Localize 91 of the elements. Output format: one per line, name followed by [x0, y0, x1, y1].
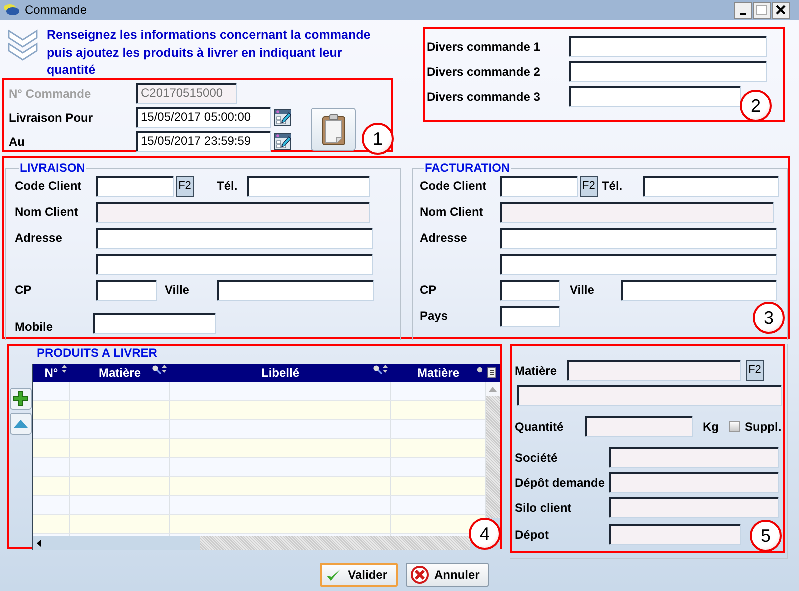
field-label: Quantité — [515, 420, 565, 434]
field-label: Livraison Pour — [9, 110, 94, 124]
window-title: Commande — [25, 3, 88, 17]
field-label: Adresse — [15, 231, 64, 245]
chevron-icon — [7, 27, 39, 63]
input-field[interactable] — [247, 176, 370, 196]
field-label: Divers commande 2 — [427, 64, 542, 78]
input-field[interactable] — [217, 280, 374, 300]
input-field[interactable] — [620, 280, 777, 300]
vertical-scrollbar[interactable] — [486, 382, 500, 518]
input-field[interactable] — [93, 313, 216, 334]
move-up-button[interactable] — [10, 413, 32, 435]
field-label: CP — [15, 283, 33, 297]
input-field[interactable] — [96, 254, 373, 274]
field-label: Adresse — [420, 231, 468, 245]
pin-icon — [477, 367, 483, 373]
column-header[interactable]: Matière — [391, 364, 486, 382]
close-icon — [776, 5, 786, 15]
input-field[interactable] — [569, 36, 767, 57]
input-field[interactable] — [96, 280, 157, 300]
input-field[interactable]: 15/05/2017 05:00:00 — [136, 107, 271, 128]
instruction-text: Renseignez les informations concernant la commande puis ajoutez les produits à livrer en indiquant leur quantité — [47, 27, 372, 79]
field-label: Code Client — [420, 179, 488, 193]
section-title: PRODUITS A LIVRER — [37, 346, 158, 360]
input-field[interactable] — [500, 306, 560, 326]
input-field[interactable] — [96, 176, 174, 196]
lookup-button[interactable]: F2 — [176, 176, 194, 196]
field-label: Ville — [570, 283, 596, 297]
field-label: Nom Client — [15, 205, 80, 219]
search-icon — [152, 365, 162, 375]
sort-icon — [62, 365, 67, 373]
input-field[interactable] — [642, 176, 779, 196]
app-icon — [4, 4, 20, 16]
lookup-button[interactable]: F2 — [580, 176, 598, 196]
field-label: Kg — [703, 420, 719, 434]
field-label: Divers commande 3 — [427, 90, 542, 104]
input-field[interactable] — [569, 86, 741, 107]
scroll-up-icon — [489, 386, 497, 392]
input-field[interactable]: 15/05/2017 23:59:59 — [136, 131, 271, 152]
clipboard-icon — [322, 114, 346, 146]
cancel-icon — [410, 566, 428, 584]
field-label: Dépôt demande — [515, 476, 606, 490]
minimize-icon — [740, 12, 746, 14]
callout-badge: 3 — [753, 302, 785, 334]
input-field[interactable] — [500, 280, 560, 300]
field-label: N° Commande — [9, 86, 92, 100]
section-title: LIVRAISON — [19, 161, 86, 175]
callout-badge: 5 — [750, 520, 782, 552]
check-icon — [326, 567, 342, 583]
field-label: Silo client — [515, 500, 573, 514]
sort-icon — [162, 365, 167, 373]
column-header[interactable]: Libellé — [170, 364, 391, 382]
plus-icon — [13, 391, 29, 407]
column-menu-icon — [487, 367, 497, 379]
minimize-button[interactable] — [734, 2, 752, 18]
field-label: Divers commande 1 — [427, 40, 542, 54]
validate-button[interactable]: Valider — [320, 563, 398, 587]
cancel-button[interactable]: Annuler — [406, 563, 489, 587]
field-label: Pays — [420, 309, 449, 323]
field-label: Société — [515, 450, 559, 464]
close-button[interactable] — [772, 2, 790, 18]
field-label: Code Client — [15, 179, 83, 193]
calendar-icon — [274, 108, 292, 126]
section-title: FACTURATION — [424, 161, 512, 175]
input-field[interactable] — [500, 176, 578, 196]
callout-badge: 1 — [362, 122, 394, 154]
input-field[interactable] — [569, 61, 767, 82]
search-icon — [373, 365, 383, 375]
add-button[interactable] — [10, 388, 32, 410]
column-header[interactable]: N° — [33, 364, 70, 382]
field-label: Mobile — [15, 320, 54, 334]
calendar-icon — [274, 132, 292, 150]
scroll-left-icon — [37, 540, 41, 546]
up-arrow-icon — [13, 419, 29, 429]
field-label: Au — [9, 134, 26, 148]
clipboard-button[interactable] — [311, 108, 356, 151]
field-label: Tél. — [602, 179, 624, 193]
field-label: CP — [420, 283, 438, 297]
input-field[interactable] — [96, 228, 373, 248]
field-label: Ville — [165, 283, 190, 297]
field-label: Suppl. — [745, 420, 782, 434]
maximize-icon — [756, 4, 768, 16]
field-label: Matière — [515, 364, 558, 378]
column-header[interactable]: Matière — [70, 364, 170, 382]
field-label: Tél. — [217, 179, 239, 193]
sort-icon — [383, 365, 388, 373]
field-label: Nom Client — [420, 205, 484, 219]
callout-badge: 2 — [740, 90, 772, 122]
field-label: Dépot — [515, 528, 550, 542]
input-field[interactable] — [500, 228, 777, 248]
input-field[interactable] — [500, 254, 777, 274]
